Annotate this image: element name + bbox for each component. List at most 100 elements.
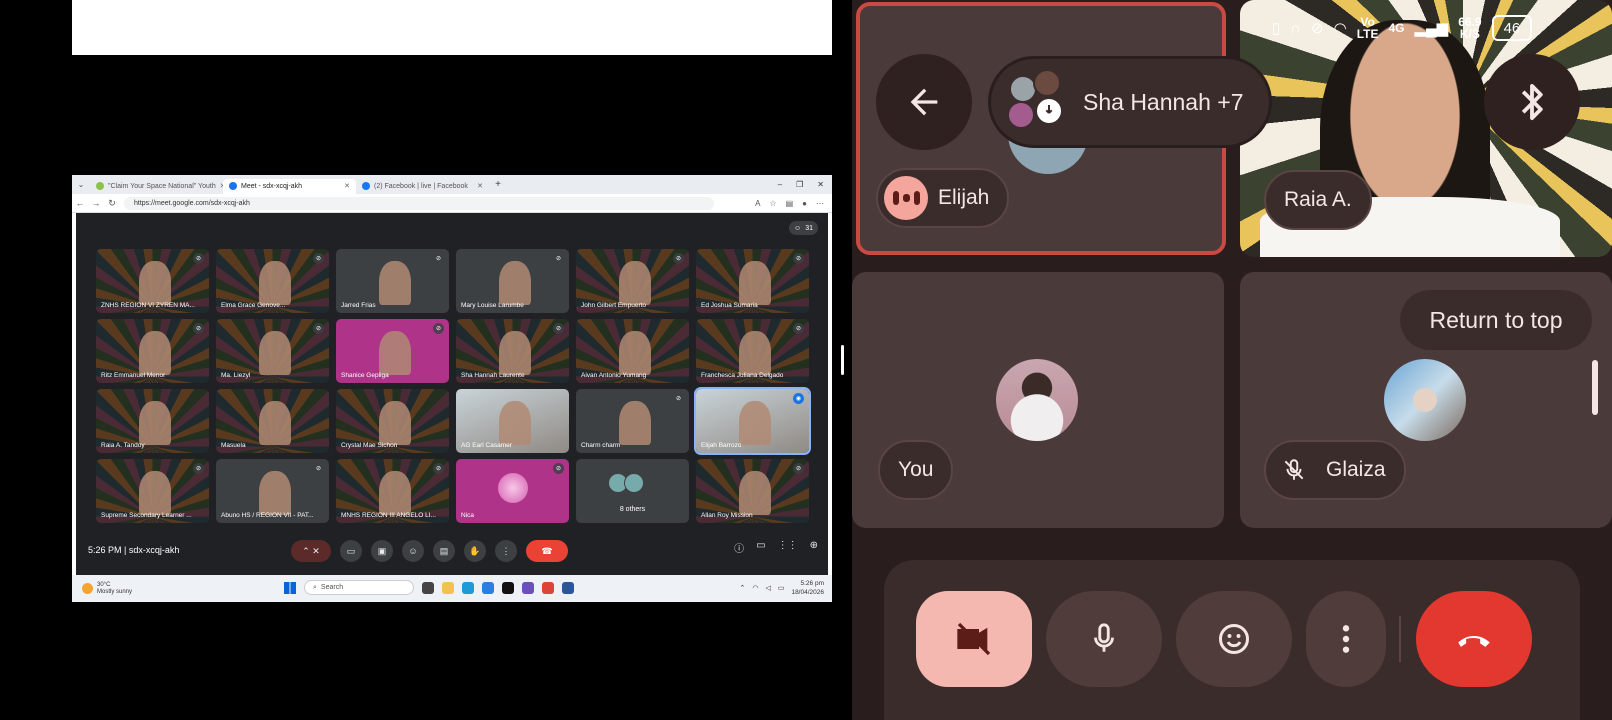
emoji-button[interactable]: ☺ (402, 540, 424, 562)
participant-tile[interactable]: ⊘ Charm charm (576, 389, 689, 453)
host-controls-icon[interactable]: ⊕ (810, 540, 818, 555)
mic-muted-button[interactable]: ⌃ ✕ (291, 540, 331, 562)
participant-tile[interactable]: ⊘ Nica (456, 459, 569, 523)
meeting-code: sdx-xcqj-akh (128, 545, 180, 555)
screen-root: ⌄ "Claim Your Space National" Youth ✕ Me… (0, 0, 1612, 720)
taskbar-clock[interactable]: 5:26 pm 18/04/2026 (791, 579, 824, 597)
bluetooth-button[interactable] (1484, 54, 1580, 150)
browser-tab-active[interactable]: Meet - sdx-xcqj-akh ✕ (223, 178, 356, 194)
messenger-icon[interactable] (482, 581, 494, 594)
weather-widget[interactable]: 30°C Mostly sunny (72, 582, 272, 596)
back-button[interactable] (876, 54, 972, 150)
app-icon[interactable] (522, 581, 534, 594)
menu-icon[interactable]: ⋯ (816, 199, 824, 208)
battery-icon[interactable]: ▭ (778, 584, 785, 592)
wifi-icon[interactable]: ◠ (752, 584, 758, 592)
participant-tile[interactable]: ⊘ Mary Louise Larumbe (456, 249, 569, 313)
participant-tile[interactable]: ⊘ ZNHS REGION VI ZYREN MA... (96, 249, 209, 313)
participant-tile[interactable]: 8 others (576, 459, 689, 523)
participant-tile[interactable]: ⊘ MNHS REGION III ANGELO LI... (336, 459, 449, 523)
participant-tile[interactable]: ⊘ Jarred Frias (336, 249, 449, 313)
new-tab-icon[interactable]: + (489, 179, 507, 190)
people-icon: ☺ (794, 224, 802, 232)
info-icon[interactable]: ⓘ (734, 540, 744, 555)
participant-tile[interactable]: AG Earl Casamer (456, 389, 569, 453)
group-label: Sha Hannah +7 (1083, 88, 1244, 115)
participant-tile[interactable]: Crystal Mae Sichon (336, 389, 449, 453)
forward-icon[interactable]: → (88, 198, 104, 208)
chrome-icon[interactable] (542, 581, 554, 594)
restore-icon[interactable]: ❐ (796, 180, 803, 189)
participants-group-chip[interactable]: Sha Hannah +7 (988, 56, 1272, 148)
participant-tile[interactable]: ⊘ Franchesca Juliana Delgado (696, 319, 809, 383)
taskbar-search[interactable]: ⌕ Search (304, 580, 414, 595)
read-aloud-icon[interactable]: A (755, 199, 760, 208)
participant-tile[interactable]: ⊘ Abuno HS / REGION VII - PAT... (216, 459, 329, 523)
raise-hand-button[interactable]: ✋ (464, 540, 486, 562)
split-divider-handle[interactable] (841, 345, 844, 375)
windows-start-icon[interactable] (284, 581, 296, 594)
participant-tile[interactable]: ⊘ Allan Roy Mission (696, 459, 809, 523)
participant-video (498, 330, 531, 376)
camera-button[interactable]: ▭ (340, 540, 362, 562)
name-chip-glaiza: Glaiza (1264, 440, 1406, 500)
favorite-icon[interactable]: ☆ (769, 199, 776, 208)
present-button[interactable]: ▣ (371, 540, 393, 562)
profile-icon[interactable]: ● (802, 199, 807, 208)
participant-tile[interactable]: Masuela (216, 389, 329, 453)
minimize-icon[interactable]: – (778, 180, 782, 189)
close-window-icon[interactable]: ✕ (817, 180, 824, 189)
participant-video (738, 400, 771, 446)
edge-icon[interactable] (462, 581, 474, 594)
tray-chevron-icon[interactable]: ⌃ (739, 584, 745, 592)
chat-icon[interactable]: ▭ (756, 540, 765, 555)
reactions-button[interactable] (1176, 591, 1292, 687)
participant-tile[interactable]: ⊘ Ritz Emmanuel Menor (96, 319, 209, 383)
tab-close-icon[interactable]: ✕ (477, 182, 483, 190)
participant-count-badge[interactable]: ☺ 31 (789, 221, 818, 235)
participant-video (258, 470, 291, 516)
collections-icon[interactable]: ▤ (786, 199, 794, 208)
tab-list-icon[interactable]: ⌄ (72, 180, 90, 189)
leave-call-button[interactable]: ☎ (526, 540, 568, 562)
participant-tile[interactable]: ⊘ Ma. Liezyl (216, 319, 329, 383)
participant-tile[interactable]: Raia A. Tandoy (96, 389, 209, 453)
word-icon[interactable] (562, 581, 574, 594)
meet-side-controls: ⓘ ▭ ⋮⋮ ⊕ (734, 540, 818, 555)
back-icon[interactable]: ← (72, 198, 88, 208)
participant-tile[interactable]: ⊘ Sha Hannah Laurente (456, 319, 569, 383)
return-to-top-button[interactable]: Return to top (1400, 290, 1592, 350)
browser-tab[interactable]: "Claim Your Space National" Youth ✕ (90, 179, 223, 194)
camera-off-button[interactable] (916, 591, 1032, 687)
browser-tab-bar: ⌄ "Claim Your Space National" Youth ✕ Me… (72, 175, 832, 194)
screenshare-pane: ⌄ "Claim Your Space National" Youth ✕ Me… (0, 0, 852, 720)
microphone-button[interactable] (1046, 591, 1162, 687)
tiktok-icon[interactable] (502, 581, 514, 594)
participant-tile[interactable]: ⊘ Shanice Gepliga (336, 319, 449, 383)
activities-icon[interactable]: ⋮⋮ (778, 540, 798, 555)
participant-tile[interactable]: ⊘ John Gilbert Empuerto (576, 249, 689, 313)
meeting-time: 5:26 PM (88, 545, 122, 555)
mic-off-icon: ⊘ (553, 323, 564, 334)
participant-tile[interactable]: Aivan Antonio Yumang (576, 319, 689, 383)
participant-tile[interactable]: ⊘ Ed Joshua Sumaria (696, 249, 809, 313)
blank-strip (72, 0, 832, 55)
participant-tile[interactable]: ⊘ Supreme Secondary Learner ... (96, 459, 209, 523)
tab-close-icon[interactable]: ✕ (344, 182, 350, 190)
volume-icon[interactable]: ◁ (765, 584, 770, 592)
more-options-button[interactable] (1306, 591, 1386, 687)
browser-tab[interactable]: (2) Facebook | live | Facebook ✕ (356, 179, 489, 194)
scrollbar-thumb[interactable] (1592, 360, 1598, 415)
participant-count: 31 (805, 224, 813, 232)
captions-button[interactable]: ▤ (433, 540, 455, 562)
participant-tile[interactable]: ◉ Elijah Barrozo (694, 387, 811, 455)
participant-tile[interactable]: ⊘ Elma Grace Genove... (216, 249, 329, 313)
end-call-button[interactable] (1416, 591, 1532, 687)
participant-video (378, 260, 411, 306)
more-options-button[interactable]: ⋮ (495, 540, 517, 562)
reload-icon[interactable]: ↻ (104, 198, 120, 209)
address-input[interactable]: https://meet.google.com/sdx-xcqj-akh (124, 196, 714, 210)
emoji-icon (1219, 624, 1249, 654)
task-view-icon[interactable] (422, 581, 434, 594)
file-explorer-icon[interactable] (442, 581, 454, 594)
